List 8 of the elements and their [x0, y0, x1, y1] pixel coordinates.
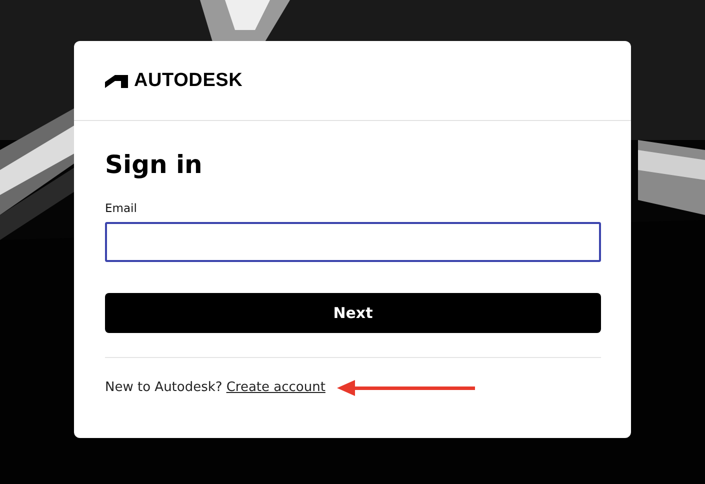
next-button[interactable]: Next: [105, 293, 601, 333]
create-account-link[interactable]: Create account: [226, 380, 326, 395]
page-heading: Sign in: [105, 149, 204, 181]
field-label: Email: [105, 201, 138, 215]
signup-prompt: New to Autodesk?: [105, 380, 222, 395]
logo-wordmark: AUTODESK: [134, 70, 243, 92]
email-field[interactable]: [105, 222, 601, 262]
logo-icon: [105, 74, 128, 88]
